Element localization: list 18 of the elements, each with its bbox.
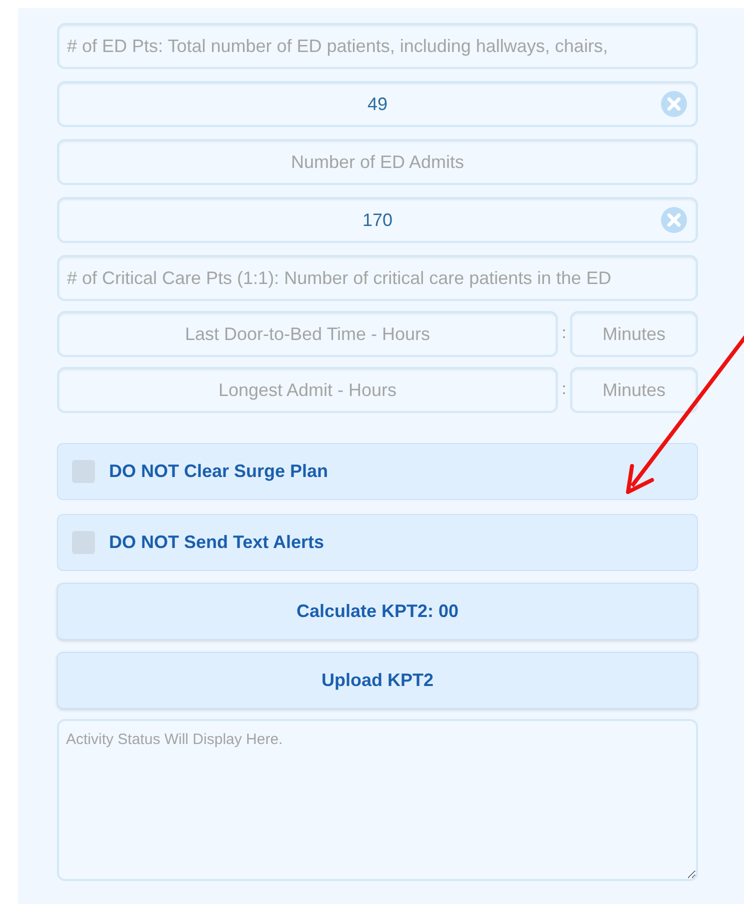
time-separator: : (560, 325, 568, 343)
minutes-field[interactable]: Minutes (570, 311, 698, 357)
action-button[interactable]: Upload KPT2 (57, 652, 698, 709)
text-field[interactable]: Number of ED Admits (57, 139, 698, 185)
hours-field[interactable]: Last Door-to-Bed Time - Hours (57, 311, 558, 357)
action-button[interactable]: Calculate KPT2: 00 (57, 583, 698, 640)
text-field[interactable]: # of ED Pts: Total number of ED patients, including hallways, chairs, (57, 23, 698, 69)
clear-icon[interactable] (661, 91, 687, 117)
text-field[interactable]: 170 (57, 197, 698, 243)
status-textarea[interactable]: Activity Status Will Display Here. (57, 719, 698, 881)
minutes-field[interactable]: Minutes (570, 367, 698, 413)
time-separator: : (560, 381, 568, 399)
checkbox-option[interactable]: DO NOT Send Text Alerts (57, 514, 698, 571)
hours-field[interactable]: Longest Admit - Hours (57, 367, 558, 413)
text-field[interactable]: # of Critical Care Pts (1:1): Number of critical care patients in the ED (57, 255, 698, 301)
clear-icon[interactable] (661, 207, 687, 233)
checkbox-option[interactable]: DO NOT Clear Surge Plan (57, 443, 698, 500)
text-field[interactable]: 49 (57, 81, 698, 127)
